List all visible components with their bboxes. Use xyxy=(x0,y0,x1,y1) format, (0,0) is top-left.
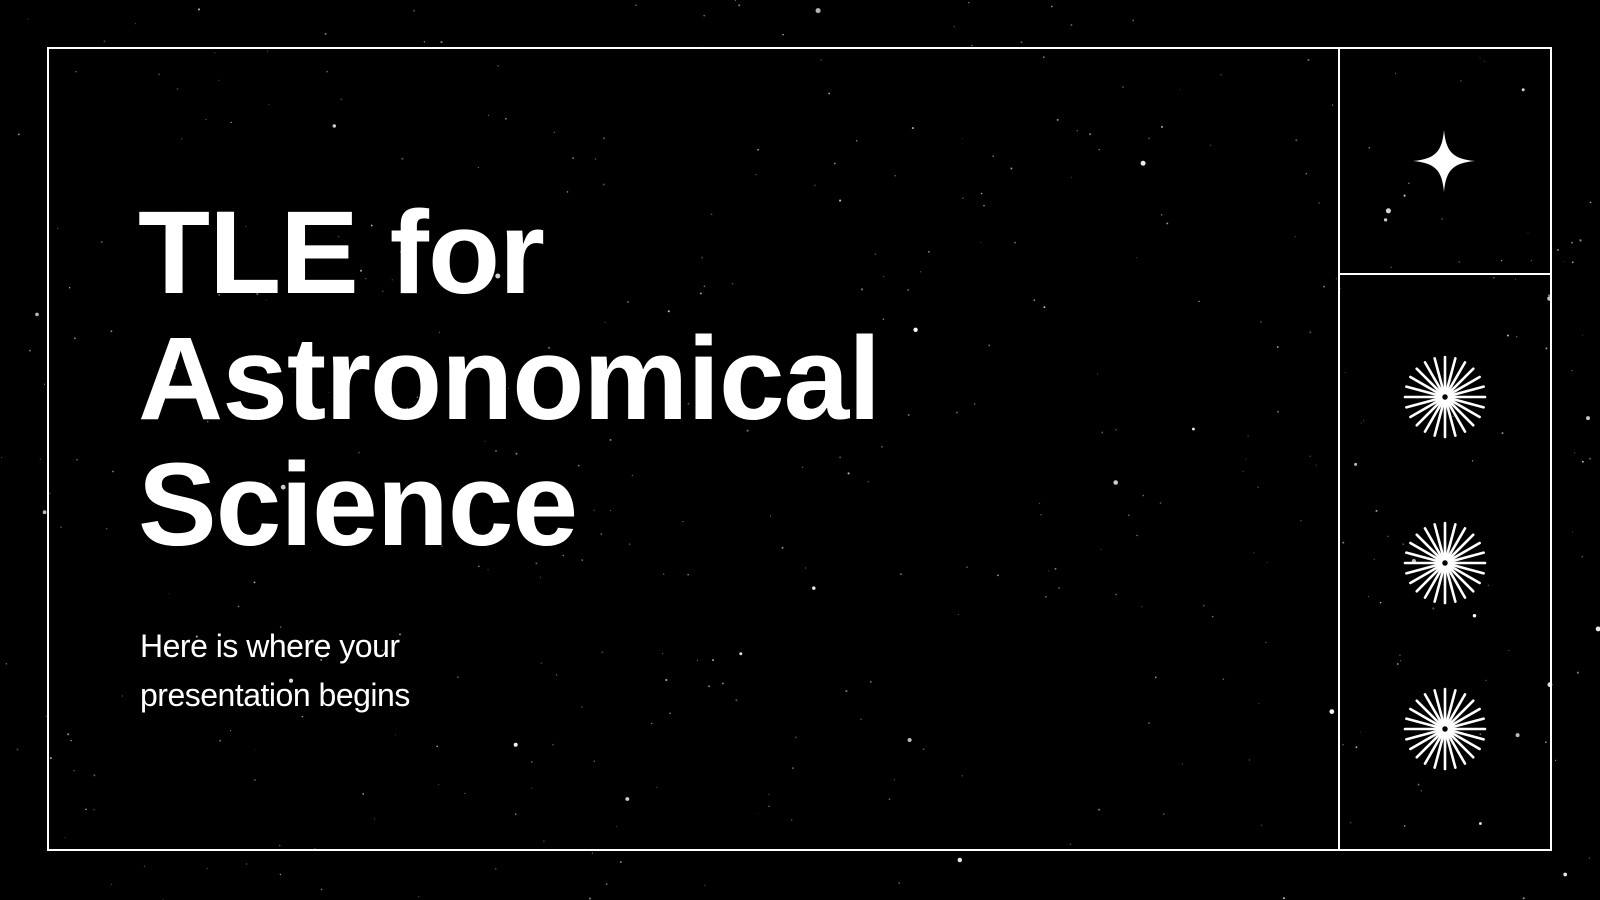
background-star xyxy=(103,40,106,43)
background-star xyxy=(35,312,39,317)
background-star xyxy=(1579,239,1582,242)
background-star xyxy=(279,873,282,876)
background-star xyxy=(418,896,420,898)
background-star xyxy=(43,383,46,385)
background-star xyxy=(1581,460,1584,463)
background-star xyxy=(1563,872,1568,877)
background-star xyxy=(734,0,737,2)
background-star xyxy=(738,4,741,7)
background-star xyxy=(39,458,41,460)
background-star xyxy=(703,14,706,17)
starburst-icon xyxy=(1403,355,1487,439)
slide-title-line-1: TLE for xyxy=(138,187,545,319)
background-star xyxy=(1581,334,1583,336)
background-star xyxy=(968,1,970,4)
background-star xyxy=(245,863,248,865)
starburst-icon xyxy=(1403,521,1487,605)
background-star xyxy=(1020,41,1023,44)
background-star xyxy=(320,888,323,891)
background-star xyxy=(134,23,136,25)
background-star xyxy=(704,884,706,886)
background-star xyxy=(197,8,201,11)
background-star xyxy=(42,510,47,515)
background-star xyxy=(1571,370,1573,372)
four-point-star-icon xyxy=(1413,130,1475,192)
background-star xyxy=(1,457,3,458)
background-star xyxy=(324,32,327,35)
starburst-icon xyxy=(1403,687,1487,771)
background-star xyxy=(1571,241,1573,244)
background-star xyxy=(605,883,608,885)
background-star xyxy=(635,4,637,7)
slide-subtitle: Here is where your presentation begins xyxy=(140,622,410,720)
background-star xyxy=(782,33,784,36)
slide-title-line-3: Science xyxy=(138,439,578,571)
background-star xyxy=(1556,248,1559,251)
background-star xyxy=(412,9,416,12)
background-star xyxy=(1581,555,1584,558)
background-star xyxy=(953,26,955,28)
background-star xyxy=(1070,24,1073,26)
background-star xyxy=(1574,452,1576,454)
background-star xyxy=(1595,626,1600,632)
background-star xyxy=(17,133,20,136)
slide-title: TLE for Astronomical Science xyxy=(138,187,881,571)
background-star xyxy=(1572,531,1574,533)
background-star xyxy=(1522,897,1525,900)
background-star xyxy=(5,663,8,665)
slide-title-line-2: Astronomical xyxy=(138,313,881,445)
background-star xyxy=(1588,857,1590,859)
background-star xyxy=(619,861,622,864)
background-star xyxy=(1588,457,1591,460)
background-star xyxy=(1586,416,1590,421)
background-star xyxy=(591,852,593,854)
background-star xyxy=(494,868,497,870)
background-star xyxy=(1132,19,1135,22)
background-star xyxy=(1571,261,1574,264)
background-star xyxy=(1589,201,1592,204)
background-star xyxy=(143,865,145,867)
background-star xyxy=(1555,759,1557,761)
slide-subtitle-line-1: Here is where your xyxy=(140,628,400,664)
background-star xyxy=(440,41,443,44)
background-star xyxy=(1051,5,1053,8)
background-star xyxy=(16,748,19,751)
background-star xyxy=(957,857,963,863)
background-star xyxy=(27,18,29,20)
background-star xyxy=(815,8,821,14)
background-star xyxy=(423,41,426,43)
background-star xyxy=(111,883,113,885)
slide-subtitle-line-2: presentation begins xyxy=(140,677,410,713)
background-star xyxy=(1576,671,1579,674)
background-star xyxy=(1282,897,1285,900)
background-star xyxy=(28,349,31,352)
background-star xyxy=(588,897,592,900)
background-star xyxy=(898,882,900,884)
background-star xyxy=(206,867,208,870)
background-star xyxy=(1563,261,1565,263)
